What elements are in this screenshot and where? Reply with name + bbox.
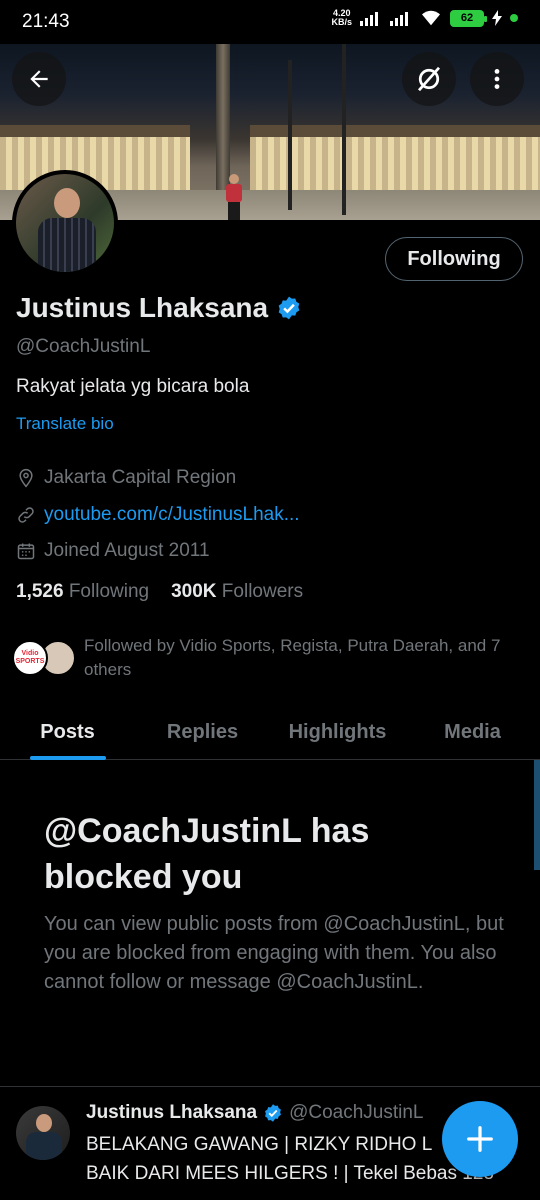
name-row: Justinus Lhaksana [16,292,302,324]
post-header: Justinus Lhaksana @CoachJustinL [86,1102,423,1124]
following-button[interactable]: Following [385,237,523,281]
tab-media[interactable]: Media [405,706,540,759]
followed-by-text: Followed by Vidio Sports, Regista, Putra… [84,636,501,679]
location-pin-icon [19,468,33,488]
arrow-left-icon [30,70,48,88]
follow-stats: 1,526 Following 300K Followers [16,581,303,603]
plus-icon [467,1126,493,1152]
website-link[interactable]: youtube.com/c/JustinusLhak... [16,504,300,526]
grok-icon [417,66,441,92]
status-bar: 21:43 4.20 KB/s 62 [0,0,540,44]
post-author-name: Justinus Lhaksana [86,1102,258,1123]
post-avatar[interactable] [16,1106,70,1160]
signal-icon [360,10,382,26]
blocked-title: @CoachJustinL has blocked you [44,812,370,896]
followed-by[interactable]: Vidio SPORTS Followed by Vidio Sports, R… [12,634,532,684]
translate-bio-link[interactable]: Translate bio [16,414,114,434]
status-time: 21:43 [22,11,70,32]
grok-button[interactable] [402,52,456,106]
following-count-link[interactable]: 1,526 Following [16,581,149,603]
divider [0,1086,540,1087]
location: Jakarta Capital Region [16,467,236,489]
compose-button[interactable] [442,1101,518,1177]
scrollbar[interactable] [534,760,540,870]
joined-date: Joined August 2011 [16,540,210,562]
followers-count-link[interactable]: 300K Followers [171,581,303,603]
link-icon [18,507,34,523]
profile-tabs: Posts Replies Highlights Media [0,706,540,760]
back-button[interactable] [12,52,66,106]
handle: @CoachJustinL [16,336,151,357]
display-name: Justinus Lhaksana [16,292,269,323]
more-vertical-icon [494,69,500,89]
status-icons: 4.20 KB/s 62 [331,9,518,27]
follower-avatar: Vidio SPORTS [12,640,48,676]
network-speed: 4.20 KB/s [331,8,352,27]
blocked-message: You can view public posts from @CoachJus… [44,913,504,993]
wifi-icon [422,10,440,26]
signal-icon [390,10,412,26]
post-author-handle: @CoachJustinL [289,1102,424,1123]
calendar-icon [17,543,35,560]
charging-icon [492,10,502,26]
bio: Rakyat jelata yg bicara bola [16,376,250,397]
tab-highlights[interactable]: Highlights [270,706,405,759]
tab-posts[interactable]: Posts [0,706,135,759]
verified-badge-icon[interactable] [276,295,302,321]
battery-icon: 62 [450,9,487,27]
more-options-button[interactable] [470,52,524,106]
tab-replies[interactable]: Replies [135,706,270,759]
profile-avatar[interactable] [12,170,118,276]
verified-badge-icon [265,1104,281,1122]
privacy-dot [510,14,518,22]
